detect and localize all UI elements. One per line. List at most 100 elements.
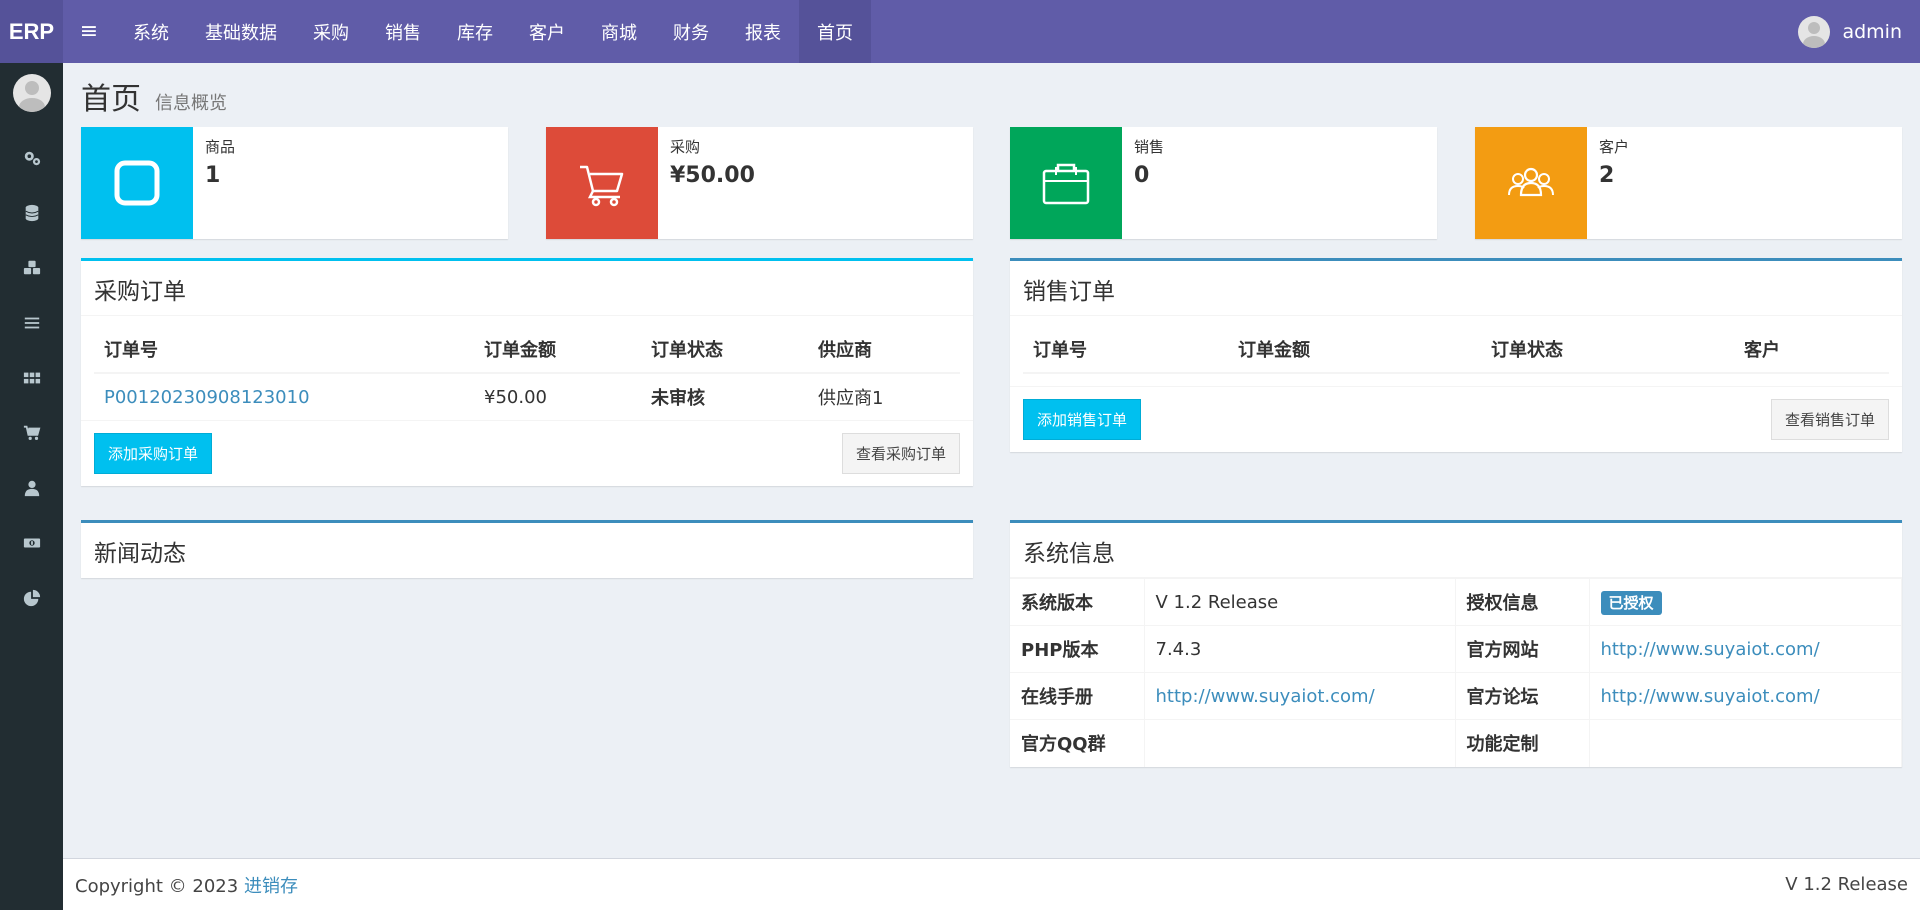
news-title: 新闻动态 <box>94 541 186 567</box>
sidebar-item-mall[interactable] <box>0 405 63 460</box>
sales-orders-table: 订单号 订单金额 订单状态 客户 <box>1023 326 1889 374</box>
sidebar <box>0 63 63 910</box>
page-title: 首页 <box>81 82 141 117</box>
footer-version: V 1.2 Release <box>1785 874 1908 895</box>
cart-icon <box>23 425 40 440</box>
license-label: 授权信息 <box>1455 578 1590 626</box>
stat-purchase: 采购 ¥50.00 <box>546 127 973 239</box>
order-amount: ¥50.00 <box>474 372 641 420</box>
stat-goods: 商品 1 <box>81 127 508 239</box>
money-icon <box>23 538 40 547</box>
php-value: 7.4.3 <box>1144 625 1456 673</box>
stat-purchase-label: 采购 <box>670 138 701 156</box>
pie-chart-icon <box>23 589 40 606</box>
nav-item-finance[interactable]: 财务 <box>655 0 727 63</box>
php-label: PHP版本 <box>1010 625 1145 673</box>
table-row: PHP版本 7.4.3 官方网站 http://www.suyaiot.com/ <box>1010 625 1902 673</box>
stat-goods-label: 商品 <box>205 138 236 156</box>
sales-orders-title: 销售订单 <box>1010 261 1902 316</box>
sales-orders-box: 销售订单 订单号 订单金额 订单状态 客户 添加销售订单 查看销售订单 <box>1010 258 1902 452</box>
column-header: 订单金额 <box>474 326 641 374</box>
news-box: 新闻动态 <box>81 520 973 578</box>
stat-customers: 客户 2 <box>1475 127 1902 239</box>
user-avatar <box>1798 15 1831 48</box>
cart-icon <box>580 165 624 207</box>
order-number-link[interactable]: P00120230908123010 <box>94 372 474 420</box>
sidebar-item-purchase[interactable] <box>0 240 63 295</box>
order-supplier: 供应商1 <box>808 372 960 420</box>
nav-item-sales[interactable]: 销售 <box>367 0 439 63</box>
stat-customers-value: 2 <box>1599 163 1615 188</box>
column-header: 订单号 <box>1023 326 1228 374</box>
main-nav: 系统 基础数据 采购 销售 库存 客户 商城 财务 报表 首页 <box>115 0 871 63</box>
qq-label: 官方QQ群 <box>1010 719 1145 767</box>
sidebar-item-inventory[interactable] <box>0 350 63 405</box>
system-info-title: 系统信息 <box>1010 523 1902 578</box>
sidebar-item-reports[interactable] <box>0 570 63 625</box>
database-icon <box>24 204 39 221</box>
site-label: 官方网站 <box>1455 625 1590 673</box>
copyright-text: Copyright © 2023 <box>75 875 239 897</box>
stat-customers-label: 客户 <box>1599 138 1630 156</box>
page-footer: Copyright © 2023 进销存 V 1.2 Release <box>63 858 1920 910</box>
table-row: P00120230908123010 ¥50.00 未审核 供应商1 <box>94 372 960 420</box>
manual-link[interactable]: http://www.suyaiot.com/ <box>1144 672 1456 720</box>
order-status: 未审核 <box>641 372 808 420</box>
sidebar-avatar <box>12 74 51 112</box>
app-logo[interactable]: ERP <box>0 0 63 63</box>
view-purchase-orders-button[interactable]: 查看采购订单 <box>841 433 960 474</box>
qq-value <box>1144 719 1456 767</box>
license-badge: 已授权 <box>1600 590 1662 615</box>
system-info-box: 系统信息 系统版本 V 1.2 Release 授权信息 已授权 PHP版本 7… <box>1010 520 1902 767</box>
nav-item-reports[interactable]: 报表 <box>727 0 799 63</box>
user-menu[interactable]: admin <box>1798 0 1902 63</box>
stat-customers-icon-bg <box>1475 127 1587 239</box>
version-value: V 1.2 Release <box>1144 578 1456 626</box>
square-icon <box>114 160 160 206</box>
menu-toggle-icon[interactable]: ≡ <box>63 0 115 63</box>
grid-icon <box>23 372 40 383</box>
nav-item-home[interactable]: 首页 <box>799 0 871 63</box>
add-sales-order-button[interactable]: 添加销售订单 <box>1023 399 1142 440</box>
sidebar-item-basic-data[interactable] <box>0 185 63 240</box>
manual-label: 在线手册 <box>1010 672 1145 720</box>
sidebar-item-customer[interactable] <box>0 460 63 515</box>
custom-value <box>1589 719 1902 767</box>
nav-item-system[interactable]: 系统 <box>115 0 187 63</box>
sidebar-item-sales[interactable] <box>0 295 63 350</box>
copyright: Copyright © 2023 进销存 <box>75 872 298 898</box>
forum-link[interactable]: http://www.suyaiot.com/ <box>1589 672 1902 720</box>
purchase-orders-footer: 添加采购订单 查看采购订单 <box>81 420 973 486</box>
column-header: 订单状态 <box>1481 326 1734 374</box>
site-link[interactable]: http://www.suyaiot.com/ <box>1589 625 1902 673</box>
view-sales-orders-button[interactable]: 查看销售订单 <box>1770 399 1889 440</box>
version-label: 系统版本 <box>1010 578 1145 626</box>
briefcase-icon <box>1042 163 1090 205</box>
purchase-orders-title: 采购订单 <box>81 261 973 316</box>
page-subtitle: 信息概览 <box>155 93 227 114</box>
top-navbar: ERP ≡ 系统 基础数据 采购 销售 库存 客户 商城 财务 报表 首页 ad… <box>0 0 1920 63</box>
forum-label: 官方论坛 <box>1455 672 1590 720</box>
column-header: 供应商 <box>808 326 960 374</box>
nav-item-mall[interactable]: 商城 <box>583 0 655 63</box>
system-info-table: 系统版本 V 1.2 Release 授权信息 已授权 PHP版本 7.4.3 … <box>1010 578 1902 767</box>
nav-item-basic-data[interactable]: 基础数据 <box>187 0 295 63</box>
stat-goods-value: 1 <box>205 163 221 188</box>
user-icon <box>24 480 39 496</box>
stat-goods-icon-bg <box>81 127 193 239</box>
stat-sales-icon-bg <box>1010 127 1122 239</box>
stat-sales-value: 0 <box>1134 163 1150 188</box>
sidebar-item-finance[interactable] <box>0 515 63 570</box>
user-name: admin <box>1842 20 1902 43</box>
nav-item-customer[interactable]: 客户 <box>511 0 583 63</box>
brand-link[interactable]: 进销存 <box>244 876 298 897</box>
custom-label: 功能定制 <box>1455 719 1590 767</box>
list-icon <box>24 317 39 328</box>
sidebar-item-system[interactable] <box>0 130 63 185</box>
column-header: 客户 <box>1734 326 1889 374</box>
column-header: 订单状态 <box>641 326 808 374</box>
nav-item-purchase[interactable]: 采购 <box>295 0 367 63</box>
table-row: 官方QQ群 功能定制 <box>1010 719 1902 767</box>
add-purchase-order-button[interactable]: 添加采购订单 <box>94 433 213 474</box>
nav-item-inventory[interactable]: 库存 <box>439 0 511 63</box>
